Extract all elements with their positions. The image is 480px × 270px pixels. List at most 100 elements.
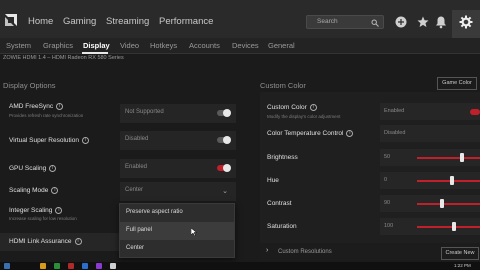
contrast-slider[interactable] <box>417 203 480 205</box>
option-label: Full panel <box>126 227 153 233</box>
settings-subtabs: System Graphics Display Video Hotkeys Ac… <box>0 38 480 54</box>
search-icon <box>371 19 379 27</box>
brightness-value: 50 <box>384 154 391 160</box>
display-options-title: Display Options <box>3 81 56 90</box>
vsr-toggle[interactable] <box>217 136 231 144</box>
brightness-label: Brightness <box>267 154 298 161</box>
search-placeholder: Search <box>317 18 338 25</box>
scaling-mode-label: Scaling Mode i <box>9 187 59 194</box>
top-nav-bar: Home Gaming Streaming Performance Search <box>0 0 480 38</box>
game-color-button[interactable]: Game Color <box>437 77 477 90</box>
file-explorer-icon[interactable] <box>40 263 46 269</box>
freesync-label: AMD FreeSync i <box>9 103 64 110</box>
hdmi-label: HDMI Link Assurance i <box>9 238 82 245</box>
gpu-scaling-toggle[interactable] <box>217 164 231 172</box>
nav-home[interactable]: Home <box>28 16 53 27</box>
info-icon[interactable]: i <box>81 137 89 144</box>
saturation-slider[interactable] <box>417 226 480 228</box>
taskbar-clock: 1:22 PM <box>454 263 471 268</box>
scaling-mode-select[interactable]: Center ⌄ <box>120 182 236 201</box>
tab-accounts[interactable]: Accounts <box>189 41 220 50</box>
option-label: Center <box>126 245 145 251</box>
option-preserve-aspect-ratio[interactable]: Preserve aspect ratio <box>120 204 234 222</box>
gpu-scaling-value: Enabled <box>125 164 148 170</box>
tab-general[interactable]: General <box>268 41 295 50</box>
settings-button[interactable] <box>452 10 480 38</box>
vsr-label: Virtual Super Resolution i <box>9 137 89 144</box>
hdmi-link-assurance-row: HDMI Link Assurance i <box>0 233 120 251</box>
custom-color-description: Modify the display's color adjustment <box>267 114 341 119</box>
search-input[interactable]: Search <box>306 15 384 29</box>
amd-software-taskbar-icon[interactable] <box>68 263 74 269</box>
info-icon[interactable]: i <box>74 238 82 245</box>
custom-color-control[interactable]: Enabled <box>380 103 480 120</box>
tab-display[interactable]: Display <box>83 41 110 50</box>
amd-logo-icon[interactable] <box>3 12 19 28</box>
saturation-slider-thumb[interactable] <box>452 222 457 231</box>
integer-scaling-description: Increase scaling for low resolution <box>9 216 77 221</box>
vsr-control[interactable]: Disabled <box>120 131 236 150</box>
freesync-control[interactable]: Not Supported <box>120 104 236 123</box>
gpu-scaling-label: GPU Scaling i <box>9 165 57 172</box>
color-temp-control[interactable]: Disabled <box>380 125 480 142</box>
contrast-label: Contrast <box>267 200 292 207</box>
saturation-value: 100 <box>384 223 394 229</box>
mouse-cursor-icon <box>191 228 197 236</box>
hue-value: 0 <box>384 177 388 183</box>
create-new-button[interactable]: Create New <box>441 247 479 260</box>
info-icon[interactable]: i <box>346 130 354 137</box>
freesync-description: Provides refresh rate synchronization <box>9 113 84 118</box>
nav-streaming[interactable]: Streaming <box>106 16 149 27</box>
hue-label: Hue <box>267 177 279 184</box>
nav-gaming[interactable]: Gaming <box>63 16 96 27</box>
option-center[interactable]: Center <box>120 240 234 258</box>
color-temp-value: Disabled <box>384 130 406 136</box>
tab-devices[interactable]: Devices <box>232 41 259 50</box>
info-icon[interactable]: i <box>56 103 64 110</box>
tab-video[interactable]: Video <box>120 41 139 50</box>
option-full-panel[interactable]: Full panel <box>120 222 234 240</box>
brightness-slider-thumb[interactable] <box>459 153 464 162</box>
freesync-value: Not Supported <box>125 109 164 115</box>
color-temp-label: Color Temperature Control i <box>267 130 354 137</box>
tab-system[interactable]: System <box>6 41 31 50</box>
tab-graphics[interactable]: Graphics <box>43 41 73 50</box>
hue-slider[interactable] <box>417 180 480 182</box>
info-icon[interactable]: i <box>49 165 57 172</box>
vsr-value: Disabled <box>125 136 149 142</box>
freesync-toggle[interactable] <box>217 109 231 117</box>
app-icon[interactable] <box>110 263 116 269</box>
gear-icon <box>459 15 473 29</box>
hue-slider-thumb[interactable] <box>450 176 455 185</box>
custom-resolutions-label: Custom Resolutions <box>278 249 332 255</box>
favorites-star-icon[interactable] <box>416 15 430 29</box>
notifications-icon[interactable] <box>434 15 448 29</box>
nav-performance[interactable]: Performance <box>159 16 213 27</box>
browser-icon[interactable] <box>82 263 88 269</box>
scaling-mode-value: Center <box>125 187 144 193</box>
saturation-label: Saturation <box>267 223 297 230</box>
option-label: Preserve aspect ratio <box>126 209 183 215</box>
integer-scaling-label: Integer Scaling i <box>9 207 63 214</box>
app-icon[interactable] <box>96 263 102 269</box>
scaling-mode-dropdown: Preserve aspect ratio Full panel Center <box>119 203 235 258</box>
info-icon[interactable]: i <box>309 104 317 111</box>
gpu-scaling-control[interactable]: Enabled <box>120 159 236 178</box>
bug-report-icon[interactable] <box>394 15 408 29</box>
info-icon[interactable]: i <box>55 207 63 214</box>
brightness-slider[interactable] <box>417 157 480 159</box>
tab-hotkeys[interactable]: Hotkeys <box>150 41 177 50</box>
display-device-name: ZOWIE HDMI 1.4 – HDMI Radeon RX 580 Seri… <box>3 55 124 61</box>
custom-color-value: Enabled <box>384 108 405 114</box>
custom-color-title: Custom Color <box>260 81 306 90</box>
start-menu-icon[interactable] <box>4 263 10 269</box>
active-tab-indicator <box>82 52 108 54</box>
info-icon[interactable]: i <box>51 187 59 194</box>
custom-color-label: Custom Color i <box>267 104 317 111</box>
chevron-down-icon: ⌄ <box>222 188 228 195</box>
chevron-right-icon: › <box>266 247 269 254</box>
custom-color-toggle[interactable] <box>470 109 480 115</box>
contrast-slider-thumb[interactable] <box>440 199 445 208</box>
contrast-value: 90 <box>384 200 391 206</box>
app-icon[interactable] <box>54 263 60 269</box>
